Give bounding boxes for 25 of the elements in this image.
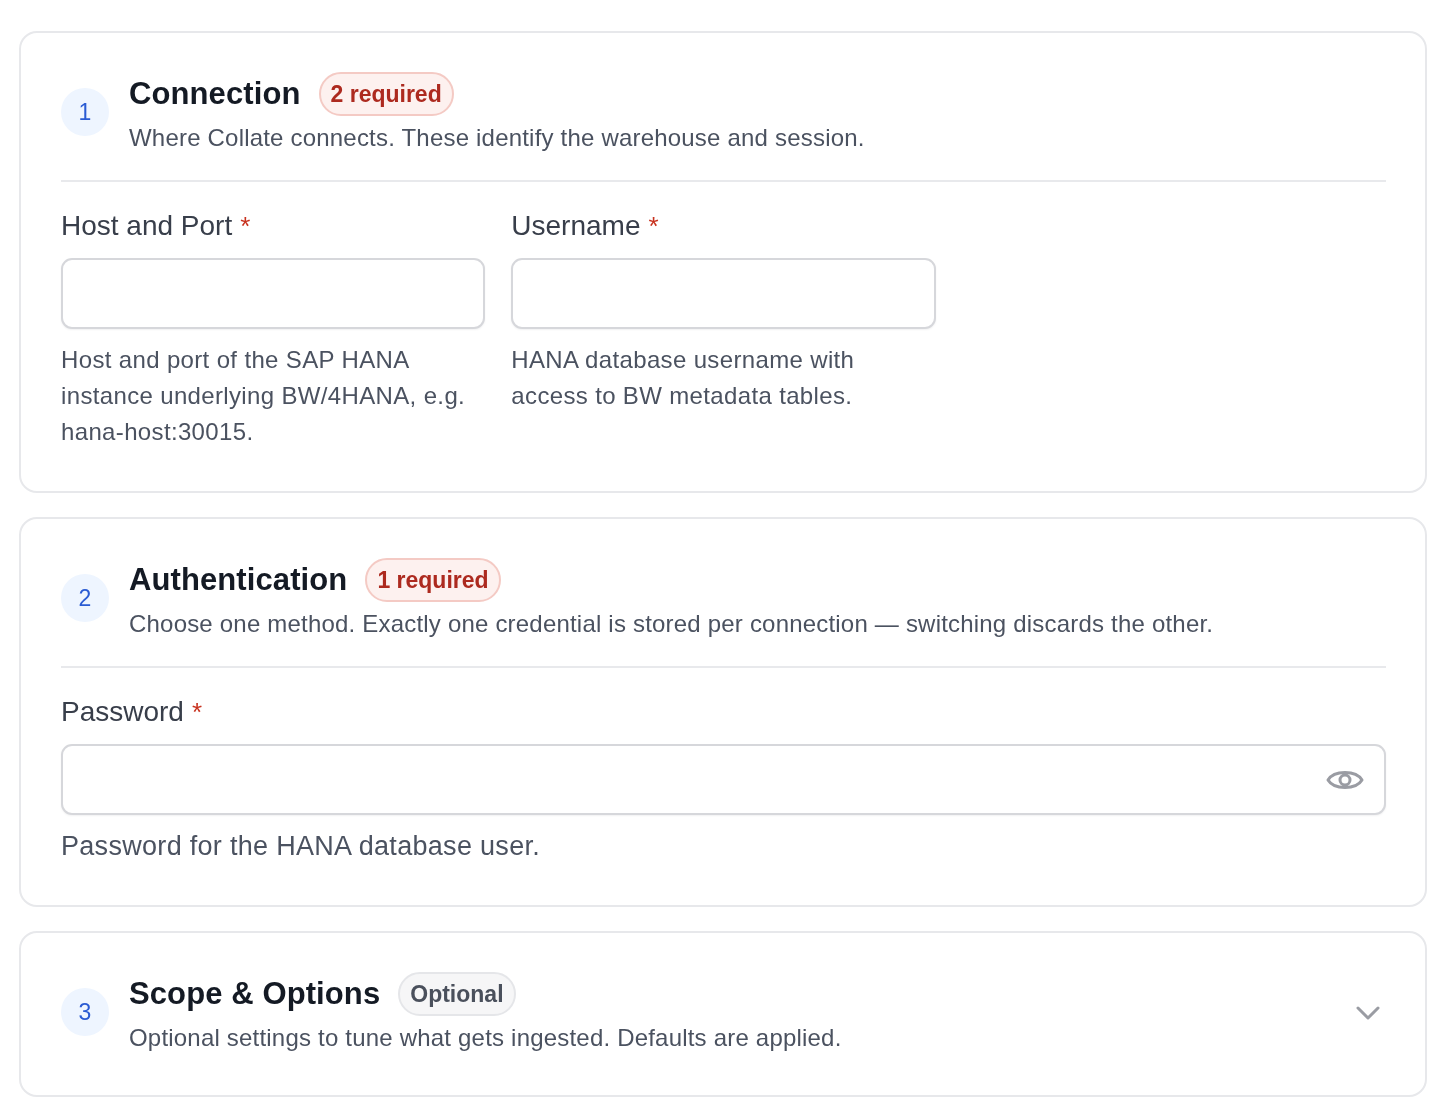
section-description: Optional settings to tune what gets ingested. Defaults are applied. (129, 1023, 843, 1053)
password-field[interactable] (61, 744, 1386, 815)
field-help-text: Host and port of the SAP HANA instance underlying BW/4HANA, e.g. hana-host:30015. (61, 345, 467, 447)
section-description: Where Collate connects. These identify the warehouse and session. (129, 123, 866, 153)
required-asterisk: * (240, 210, 251, 243)
optional-tag: Optional (398, 972, 516, 1016)
chevron-down-icon[interactable] (1356, 1006, 1380, 1020)
field-label: Host and Port (61, 209, 233, 243)
section-description: Choose one method. Exactly one credential is stored per connection — switching discards the other. (129, 609, 1215, 639)
field-label: Username (511, 209, 641, 243)
field-help-text: HANA database username with access to BW metadata tables. (511, 345, 856, 411)
text-field[interactable] (511, 258, 936, 329)
step-number: 1 (61, 88, 109, 136)
required-asterisk: * (191, 696, 203, 729)
required-asterisk: * (648, 210, 659, 243)
text-field[interactable] (61, 258, 486, 329)
step-number: 2 (61, 574, 109, 622)
section-title: Scope & Options (129, 976, 381, 1012)
required-count-tag: 1 required (365, 558, 501, 602)
step-number: 3 (61, 988, 109, 1036)
required-count-tag: 2 required (318, 72, 454, 116)
field-label: Password (61, 695, 184, 729)
section-title: Connection (129, 76, 301, 112)
section-title: Authentication (129, 562, 348, 598)
field-help-text: Password for the HANA database user. (61, 830, 542, 863)
